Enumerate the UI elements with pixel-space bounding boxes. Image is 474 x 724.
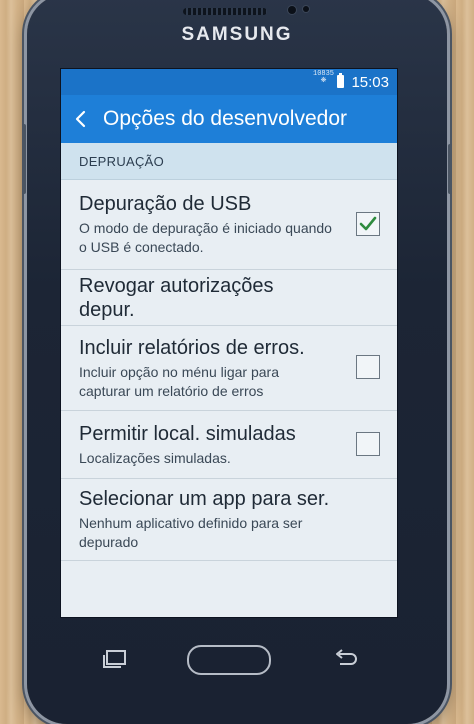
screen: 10835 ❋ 15:03 Opções do desenvolvedor DE… [60,68,398,618]
setting-debug-app[interactable]: Selecionar um app para ser. Nenhum aplic… [61,479,397,561]
setting-title: Incluir relatórios de erros. [79,336,305,359]
setting-title: Permitir local. simuladas [79,422,296,445]
home-button[interactable] [187,645,271,675]
mock-locations-checkbox[interactable] [356,431,380,456]
setting-subtitle: O modo de depuração é iniciado quando o … [79,220,332,255]
volume-key[interactable] [22,124,26,194]
setting-revoke-authorizations[interactable]: Revogar autorizações depur. [61,270,397,326]
back-key-icon[interactable] [332,648,358,675]
app-bar: Opções do desenvolvedor [61,95,397,143]
setting-subtitle: Nenhum aplicativo definido para ser depu… [79,515,303,550]
section-header: DEPRUAÇÃO [61,143,397,180]
proximity-sensor [303,6,309,12]
brand-logo: SAMSUNG [181,24,293,45]
status-mini-text: 10835 ❋ [313,71,334,85]
back-arrow-icon[interactable] [63,95,99,143]
status-signal-glyph: ❋ [320,77,327,85]
setting-title: Depuração de USB [79,193,252,215]
setting-subtitle: Incluir opção no ménu ligar para captura… [79,363,280,399]
page-title: Opções do desenvolvedor [103,107,347,130]
setting-bug-report[interactable]: Incluir relatórios de erros. Incluir opç… [61,326,397,411]
status-bar: 10835 ❋ 15:03 [61,69,397,95]
usb-debugging-checkbox[interactable] [356,211,380,236]
front-camera [288,6,296,14]
setting-mock-locations[interactable]: Permitir local. simuladas Localizações s… [61,411,397,479]
checkmark-icon [359,216,377,230]
setting-title: Selecionar um app para ser. [79,488,330,510]
setting-usb-debugging[interactable]: Depuração de USB O modo de depuração é i… [61,180,397,270]
setting-subtitle: Localizações simuladas. [79,449,231,466]
battery-icon [337,73,344,88]
recent-apps-icon[interactable] [101,648,129,675]
setting-title: Revogar autorizações depur. [79,274,274,321]
status-time: 15:03 [351,74,389,91]
power-key[interactable] [448,144,452,194]
earpiece-speaker [183,8,267,15]
bug-report-checkbox[interactable] [356,355,380,379]
